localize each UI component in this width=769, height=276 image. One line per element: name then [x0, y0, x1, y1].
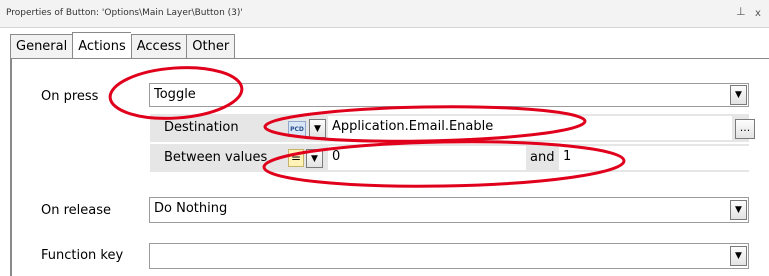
function-key-label: Function key	[41, 248, 124, 263]
window-title: Properties of Button: 'Options\Main Laye…	[6, 8, 243, 18]
tab-other[interactable]: Other	[186, 34, 236, 58]
equals-operator-icon: =	[288, 149, 304, 167]
tab-strip: General Actions Access Other	[10, 32, 236, 58]
between-values-label: Between values	[164, 150, 268, 165]
on-press-value: Toggle	[154, 87, 196, 102]
actions-panel: On press Toggle ▼ Destination PCD ▼ Appl…	[10, 58, 769, 276]
on-release-value: Do Nothing	[154, 201, 228, 216]
on-press-dropdown-icon[interactable]: ▼	[730, 85, 747, 105]
on-release-select[interactable]: Do Nothing	[149, 197, 749, 223]
destination-label: Destination	[164, 120, 239, 135]
on-release-dropdown-icon[interactable]: ▼	[730, 200, 747, 220]
destination-input[interactable]: Application.Email.Enable	[328, 116, 732, 140]
browse-button[interactable]: ...	[735, 119, 755, 139]
between-to-input[interactable]: 1	[559, 146, 749, 170]
on-press-select[interactable]: Toggle	[149, 83, 749, 107]
pin-icon[interactable]: ⊥	[736, 0, 746, 25]
and-label: and	[530, 150, 555, 165]
on-press-label: On press	[41, 89, 99, 104]
destination-value: Application.Email.Enable	[332, 119, 494, 134]
between-to-value: 1	[563, 149, 572, 164]
between-from-input[interactable]: 0	[328, 146, 526, 170]
tab-general[interactable]: General	[10, 34, 73, 58]
destination-type-dropdown-icon[interactable]: ▼	[309, 119, 326, 138]
on-release-label: On release	[41, 203, 112, 218]
function-key-select[interactable]	[149, 243, 749, 269]
window-titlebar: Properties of Button: 'Options\Main Laye…	[0, 0, 769, 28]
close-icon[interactable]: x	[755, 0, 761, 27]
pcd-badge-icon: PCD	[288, 121, 306, 137]
function-key-dropdown-icon[interactable]: ▼	[730, 246, 747, 266]
operator-dropdown-icon[interactable]: ▼	[306, 149, 323, 168]
tab-access[interactable]: Access	[130, 34, 187, 58]
between-from-value: 0	[332, 149, 341, 164]
tab-actions[interactable]: Actions	[72, 32, 131, 58]
